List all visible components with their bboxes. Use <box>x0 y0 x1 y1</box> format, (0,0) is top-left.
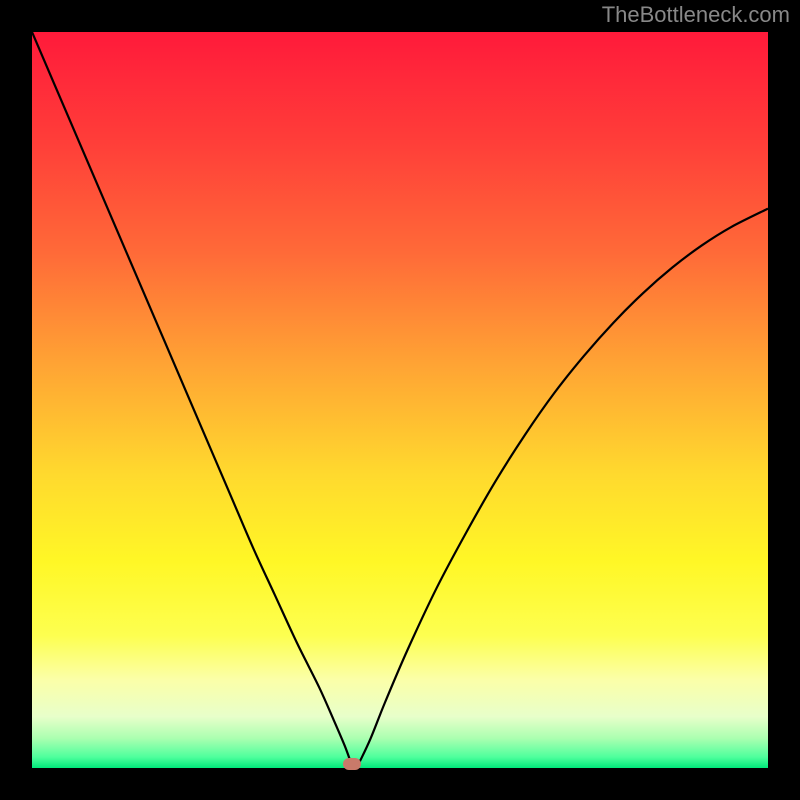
watermark-text: TheBottleneck.com <box>602 2 790 28</box>
optimum-marker <box>343 758 361 770</box>
chart-container: TheBottleneck.com <box>0 0 800 800</box>
curve-right-branch <box>360 209 768 762</box>
curve-left-branch <box>32 32 351 762</box>
plot-area <box>32 32 768 768</box>
curve-overlay <box>32 32 768 768</box>
